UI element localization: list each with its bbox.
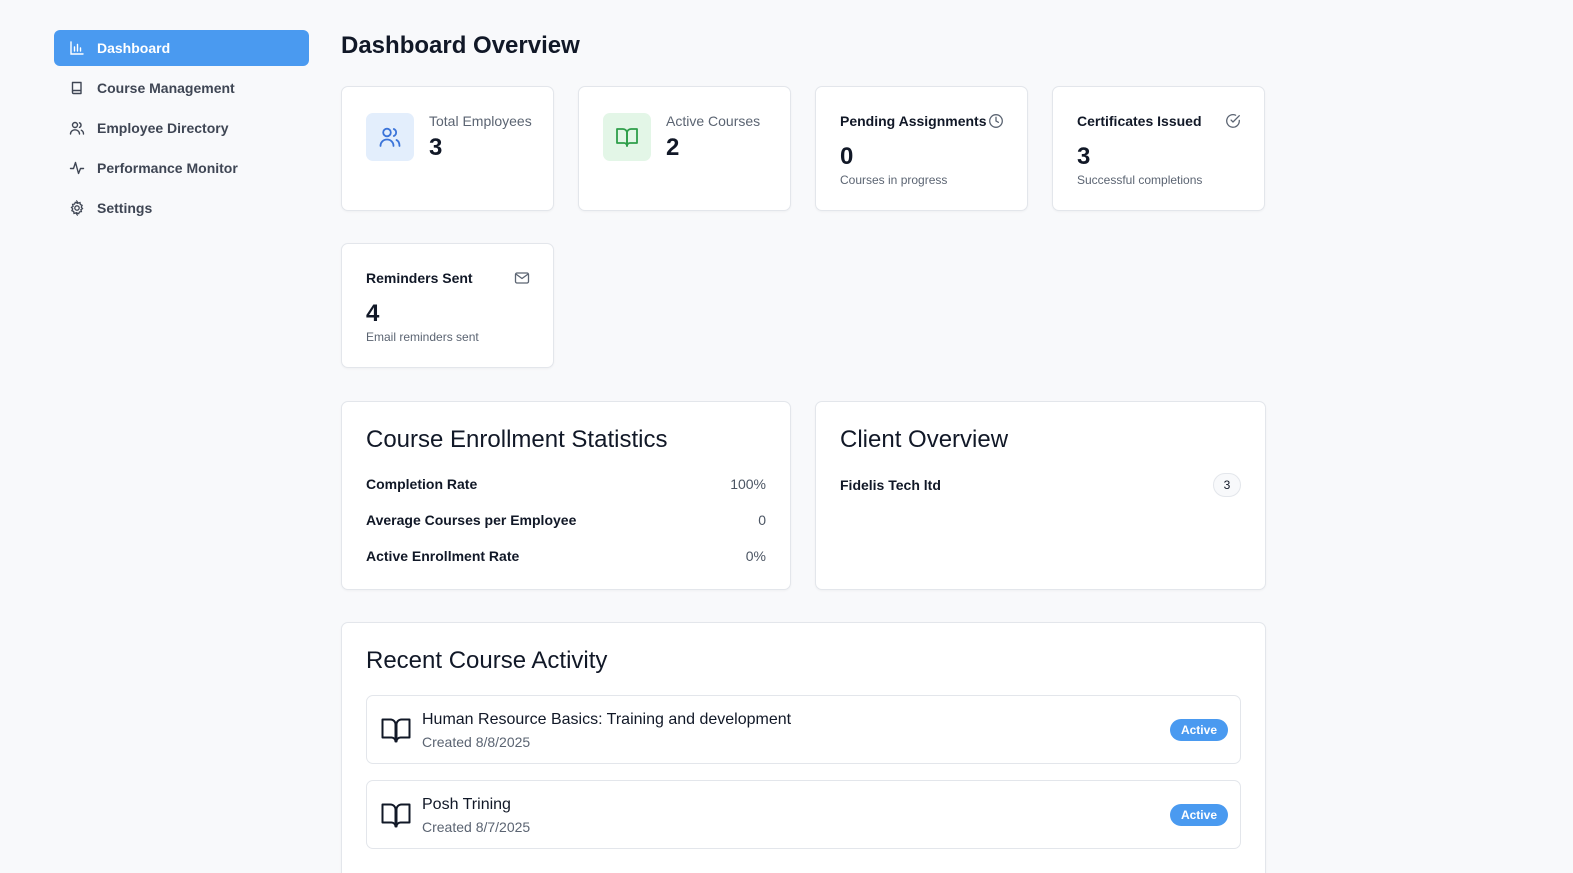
- stat-subtitle: Email reminders sent: [366, 330, 479, 344]
- section-title: Course Enrollment Statistics: [366, 426, 668, 453]
- app-root: Dashboard Course Management Employee Dir…: [0, 0, 1573, 873]
- page-title: Dashboard Overview: [341, 32, 580, 59]
- enrollment-row-value: 0%: [745, 548, 766, 564]
- sidebar-item-label: Employee Directory: [97, 120, 229, 136]
- enrollment-row-label: Completion Rate: [366, 476, 478, 492]
- enrollment-stats-card: Course Enrollment Statistics Completion …: [341, 401, 791, 590]
- stat-label: Pending Assignments: [840, 113, 987, 129]
- client-row[interactable]: Fidelis Tech ltd 3: [840, 473, 1241, 497]
- clock-icon: [988, 113, 1004, 129]
- stat-card-pending-assignments: Pending Assignments 0 Courses in progres…: [815, 86, 1028, 211]
- client-overview-card: Client Overview Fidelis Tech ltd 3: [815, 401, 1266, 590]
- enrollment-row: Average Courses per Employee 0: [366, 512, 766, 528]
- sidebar-item-course-management[interactable]: Course Management: [54, 70, 309, 106]
- stat-card-active-courses: Active Courses 2: [578, 86, 791, 211]
- status-badge: Active: [1169, 719, 1228, 741]
- activity-icon: [69, 160, 85, 176]
- activity-item[interactable]: Posh Trining Created 8/7/2025 Active: [366, 780, 1241, 849]
- sidebar-item-label: Performance Monitor: [97, 160, 238, 176]
- stat-value: 4: [366, 300, 380, 327]
- activity-date: Created 8/7/2025: [422, 819, 531, 835]
- stat-label: Reminders Sent: [366, 270, 473, 286]
- stat-label: Total Employees: [429, 113, 532, 129]
- mail-icon: [514, 270, 530, 286]
- stat-value: 3: [1077, 143, 1091, 170]
- sidebar: Dashboard Course Management Employee Dir…: [54, 30, 309, 230]
- enrollment-row-label: Average Courses per Employee: [366, 512, 577, 528]
- stat-subtitle: Successful completions: [1077, 173, 1203, 187]
- stat-label: Certificates Issued: [1077, 113, 1202, 129]
- bar-chart-icon: [69, 40, 85, 56]
- check-circle-icon: [1225, 113, 1241, 129]
- status-badge: Active: [1169, 804, 1228, 826]
- activity-date: Created 8/8/2025: [422, 734, 531, 750]
- book-open-icon: [603, 113, 651, 161]
- users-icon: [69, 120, 85, 136]
- client-count-badge: 3: [1213, 473, 1241, 497]
- sidebar-item-settings[interactable]: Settings: [54, 190, 309, 226]
- sidebar-item-employee-directory[interactable]: Employee Directory: [54, 110, 309, 146]
- enrollment-row: Active Enrollment Rate 0%: [366, 548, 766, 564]
- activity-item[interactable]: Human Resource Basics: Training and deve…: [366, 695, 1241, 764]
- gear-icon: [69, 200, 85, 216]
- stat-value: 3: [429, 134, 443, 161]
- stat-card-total-employees: Total Employees 3: [341, 86, 554, 211]
- activity-title: Posh Trining: [422, 796, 511, 813]
- sidebar-item-label: Settings: [97, 200, 153, 216]
- book-open-icon: [380, 799, 412, 831]
- book-icon: [69, 80, 85, 96]
- stat-card-certificates-issued: Certificates Issued 3 Successful complet…: [1052, 86, 1265, 211]
- sidebar-item-label: Course Management: [97, 80, 235, 96]
- recent-activity-card: Recent Course Activity Human Resource Ba…: [341, 622, 1266, 873]
- stat-card-reminders-sent: Reminders Sent 4 Email reminders sent: [341, 243, 554, 368]
- section-title: Recent Course Activity: [366, 647, 608, 674]
- stat-label: Active Courses: [666, 113, 761, 129]
- enrollment-row-value: 100%: [730, 476, 766, 492]
- sidebar-item-label: Dashboard: [97, 40, 171, 56]
- enrollment-row-label: Active Enrollment Rate: [366, 548, 520, 564]
- users-icon: [366, 113, 414, 161]
- sidebar-item-performance-monitor[interactable]: Performance Monitor: [54, 150, 309, 186]
- enrollment-row: Completion Rate 100%: [366, 476, 766, 492]
- activity-title: Human Resource Basics: Training and deve…: [422, 711, 792, 728]
- sidebar-item-dashboard[interactable]: Dashboard: [54, 30, 309, 66]
- stat-subtitle: Courses in progress: [840, 173, 948, 187]
- client-name: Fidelis Tech ltd: [840, 477, 941, 493]
- stat-value: 2: [666, 134, 680, 161]
- section-title: Client Overview: [840, 426, 1009, 453]
- book-open-icon: [380, 714, 412, 746]
- stat-value: 0: [840, 143, 854, 170]
- enrollment-row-value: 0: [758, 512, 766, 528]
